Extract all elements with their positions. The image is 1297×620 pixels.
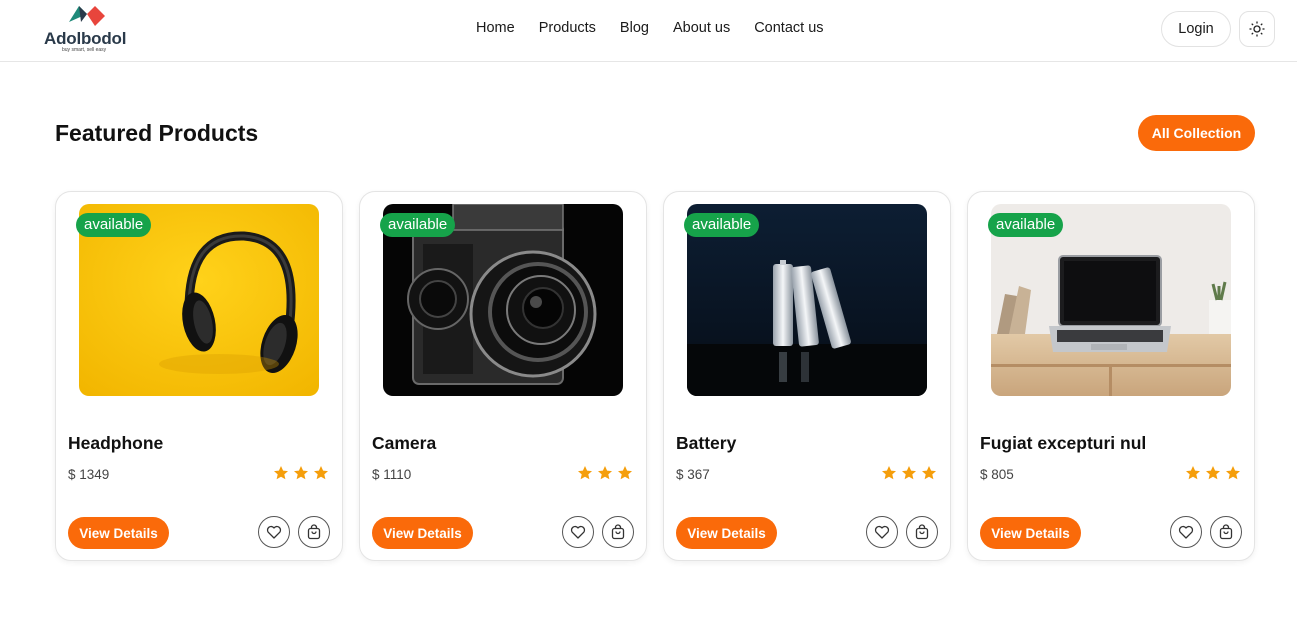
product-price: $ 367 [676, 467, 710, 482]
product-card[interactable]: available Camera $ 1110 View Details [359, 191, 647, 561]
product-price: $ 1110 [372, 467, 412, 482]
nav-about[interactable]: About us [673, 20, 730, 36]
star-icon [1226, 466, 1240, 480]
brand-logo[interactable]: Adolbodol buy smart, sell easy [44, 2, 134, 58]
star-icon [882, 466, 896, 480]
brand-name: Adolbodol [44, 29, 127, 48]
product-name[interactable]: Headphone [68, 433, 163, 454]
availability-badge: available [684, 213, 760, 237]
product-name[interactable]: Battery [676, 433, 736, 454]
star-icon [294, 466, 308, 480]
shopping-bag-icon [1219, 524, 1233, 540]
star-icon [578, 466, 592, 480]
shopping-bag-icon [307, 524, 321, 540]
star-icon [922, 466, 936, 480]
star-icon [1206, 466, 1220, 480]
product-name[interactable]: Camera [372, 433, 436, 454]
availability-badge: available [988, 213, 1064, 237]
product-price: $ 1349 [68, 467, 110, 482]
product-card[interactable]: available Battery $ 367 View Details [663, 191, 951, 561]
wishlist-button[interactable] [258, 516, 290, 548]
product-price: $ 805 [980, 467, 1014, 482]
login-button[interactable]: Login [1161, 11, 1231, 47]
nav-home[interactable]: Home [476, 20, 515, 36]
sun-icon [1249, 21, 1265, 37]
view-details-button[interactable]: View Details [980, 517, 1081, 549]
heart-icon [874, 525, 890, 539]
site-header: Adolbodol buy smart, sell easy Home Prod… [0, 0, 1297, 62]
rating-stars [577, 465, 633, 481]
main-nav: Home Products Blog About us Contact us [476, 20, 824, 36]
view-details-button[interactable]: View Details [372, 517, 473, 549]
product-card[interactable]: available Headphone $ 1349 View Details [55, 191, 343, 561]
view-details-button[interactable]: View Details [676, 517, 777, 549]
add-to-cart-button[interactable] [906, 516, 938, 548]
star-icon [902, 466, 916, 480]
star-icon [314, 466, 328, 480]
all-collection-button[interactable]: All Collection [1138, 115, 1255, 151]
nav-contact[interactable]: Contact us [754, 20, 823, 36]
star-icon [274, 466, 288, 480]
wishlist-button[interactable] [562, 516, 594, 548]
star-icon [1186, 466, 1200, 480]
add-to-cart-button[interactable] [602, 516, 634, 548]
availability-badge: available [380, 213, 456, 237]
heart-icon [1178, 525, 1194, 539]
add-to-cart-button[interactable] [1210, 516, 1242, 548]
rating-stars [881, 465, 937, 481]
heart-icon [570, 525, 586, 539]
wishlist-button[interactable] [866, 516, 898, 548]
logo-mark-icon [69, 6, 105, 26]
product-name[interactable]: Fugiat excepturi nul [980, 433, 1146, 454]
product-card[interactable]: available Fugiat excepturi nul $ 805 Vie… [967, 191, 1255, 561]
nav-products[interactable]: Products [539, 20, 596, 36]
view-details-button[interactable]: View Details [68, 517, 169, 549]
brand-tagline: buy smart, sell easy [62, 47, 107, 53]
star-icon [618, 466, 632, 480]
shopping-bag-icon [611, 524, 625, 540]
rating-stars [1185, 465, 1241, 481]
theme-toggle-button[interactable] [1239, 11, 1275, 47]
availability-badge: available [76, 213, 152, 237]
section-title: Featured Products [55, 120, 259, 146]
add-to-cart-button[interactable] [298, 516, 330, 548]
star-icon [598, 466, 612, 480]
rating-stars [273, 465, 329, 481]
nav-blog[interactable]: Blog [620, 20, 649, 36]
wishlist-button[interactable] [1170, 516, 1202, 548]
shopping-bag-icon [915, 524, 929, 540]
heart-icon [266, 525, 282, 539]
